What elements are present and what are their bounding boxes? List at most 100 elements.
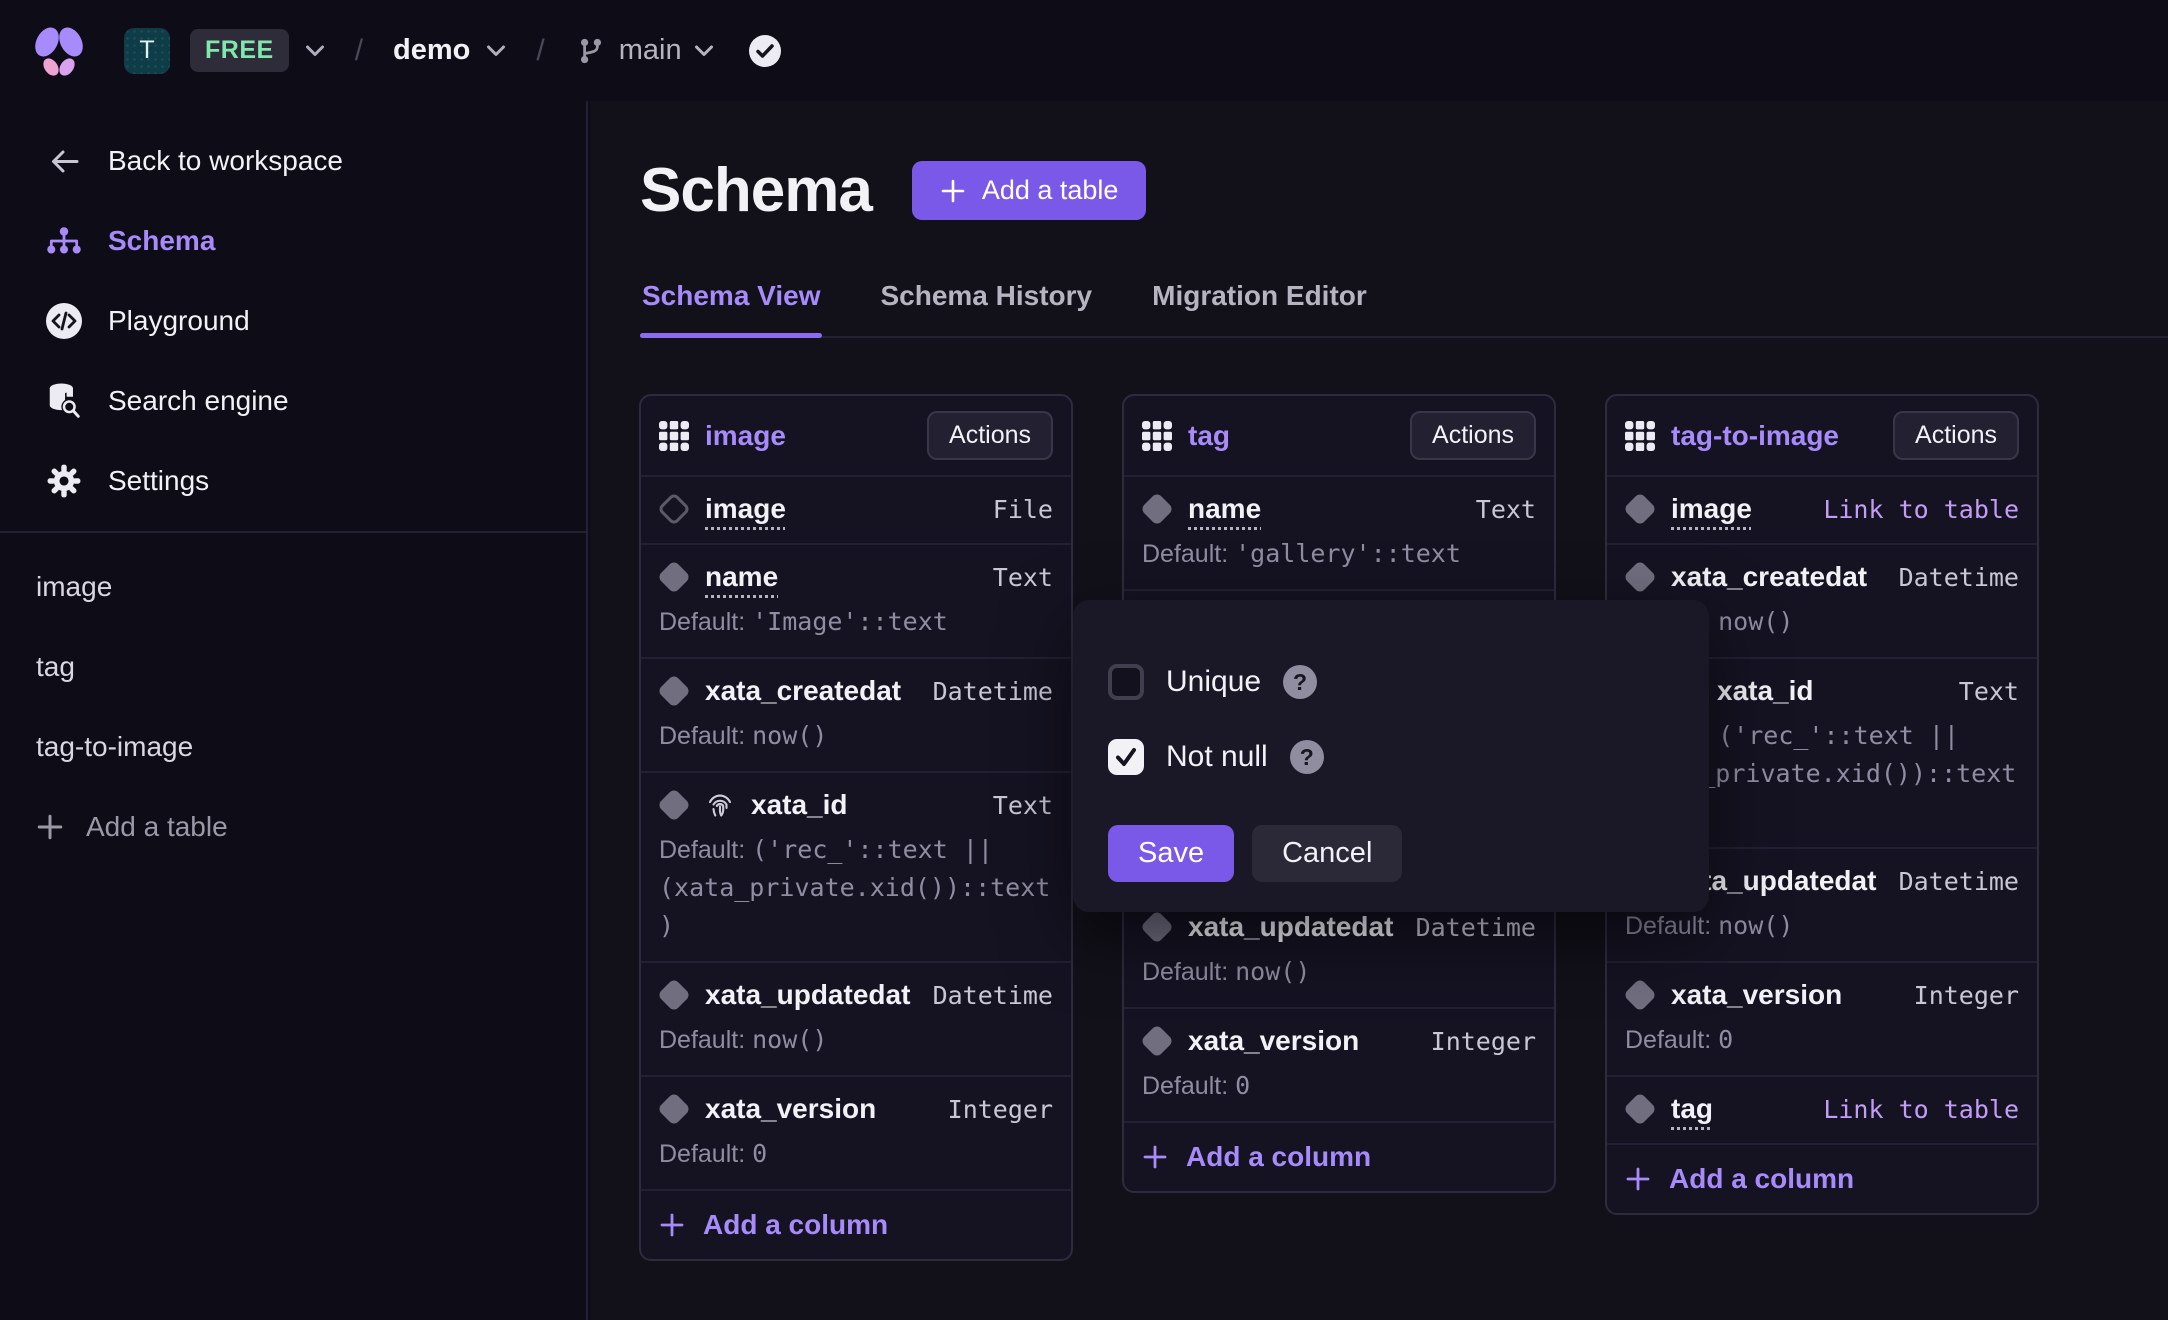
table-title[interactable]: tag <box>1188 420 1230 452</box>
unique-label: Unique <box>1166 665 1261 699</box>
breadcrumb-separator: / <box>355 34 363 68</box>
column-type-icon <box>657 978 691 1012</box>
unique-help-icon[interactable]: ? <box>1283 665 1317 699</box>
sitemap-icon <box>42 226 86 256</box>
column-type-icon <box>1140 1024 1174 1058</box>
save-button[interactable]: Save <box>1108 825 1234 882</box>
chevron-down-icon <box>486 45 506 57</box>
column-type-icon <box>657 788 691 822</box>
tab-bar: Schema View Schema History Migration Edi… <box>640 272 2168 338</box>
workspace-badge[interactable]: T <box>124 28 170 74</box>
database-name[interactable]: demo <box>393 34 470 67</box>
column-type-icon <box>657 560 691 594</box>
table-grid-icon <box>1625 421 1655 451</box>
column-name[interactable]: xata_updatedat <box>1188 911 1393 943</box>
column-name[interactable]: xata_createdat <box>705 675 901 707</box>
sidebar-table-image[interactable]: image <box>0 547 586 627</box>
sidebar-add-table[interactable]: Add a table <box>0 787 586 867</box>
branch-selector[interactable]: main <box>575 34 714 67</box>
sidebar-table-tag[interactable]: tag <box>0 627 586 707</box>
add-column-button[interactable]: Add a column <box>1607 1145 2037 1213</box>
xata-logo[interactable] <box>30 22 88 80</box>
column-name[interactable]: xata_version <box>705 1093 876 1125</box>
column-row: xata_version Integer Default: 0 <box>1124 1009 1554 1123</box>
table-title[interactable]: tag-to-image <box>1671 420 1839 452</box>
sidebar-item-playground[interactable]: Playground <box>0 281 586 361</box>
column-type-icon <box>1140 492 1174 526</box>
column-default: Default: 'gallery'::text <box>1142 535 1536 573</box>
cancel-button[interactable]: Cancel <box>1252 825 1402 882</box>
table-actions-button[interactable]: Actions <box>1893 411 2019 460</box>
plus-icon <box>659 1212 685 1238</box>
branch-name: main <box>619 34 682 67</box>
column-default: Default: 0 <box>659 1135 1053 1173</box>
column-type: Integer <box>948 1095 1053 1124</box>
workspace-menu-chevron[interactable] <box>305 45 325 57</box>
page-title: Schema <box>640 155 872 226</box>
add-column-button[interactable]: Add a column <box>1124 1123 1554 1191</box>
sidebar-item-settings[interactable]: Settings <box>0 441 586 521</box>
column-name[interactable]: xata_id <box>1717 675 1814 707</box>
column-type: Text <box>1959 677 2019 706</box>
column-row: name Text Default: 'gallery'::text <box>1124 477 1554 591</box>
unique-checkbox[interactable] <box>1108 664 1144 700</box>
plus-icon <box>1142 1144 1168 1170</box>
back-to-workspace[interactable]: Back to workspace <box>0 121 586 201</box>
tab-schema-history[interactable]: Schema History <box>878 272 1094 336</box>
column-name[interactable]: xata_createdat <box>1671 561 1867 593</box>
not-null-help-icon[interactable]: ? <box>1290 740 1324 774</box>
column-type-icon <box>657 492 691 526</box>
add-table-button[interactable]: Add a table <box>912 161 1147 220</box>
add-column-button[interactable]: Add a column <box>641 1191 1071 1259</box>
column-name[interactable]: xata_version <box>1188 1025 1359 1057</box>
column-row: tag Link to table <box>1607 1077 2037 1145</box>
sidebar-item-label: Schema <box>108 225 215 257</box>
tab-schema-view[interactable]: Schema View <box>640 272 822 336</box>
plus-icon <box>1625 1166 1651 1192</box>
column-row: xata_updatedat Datetime Default: now() <box>641 963 1071 1077</box>
column-name[interactable]: tag <box>1671 1093 1713 1125</box>
column-name[interactable]: image <box>705 493 786 525</box>
column-default: Default: 'Image'::text <box>659 603 1053 641</box>
not-null-label: Not null <box>1166 740 1268 774</box>
table-title[interactable]: image <box>705 420 786 452</box>
column-name[interactable]: xata_version <box>1671 979 1842 1011</box>
column-settings-popover: Unique ? Not null ? Save Cancel <box>1073 600 1709 912</box>
column-type: File <box>993 495 1053 524</box>
branch-status-indicator[interactable] <box>748 34 782 68</box>
sidebar-item-search-engine[interactable]: Search engine <box>0 361 586 441</box>
add-column-label: Add a column <box>1669 1163 1854 1195</box>
sidebar-table-tag-to-image[interactable]: tag-to-image <box>0 707 586 787</box>
topbar: T FREE / demo / main <box>0 0 2168 101</box>
database-menu-chevron[interactable] <box>486 45 506 57</box>
column-default: Default: 0 <box>1142 1067 1536 1105</box>
column-type: Datetime <box>1416 913 1536 942</box>
column-name[interactable]: xata_updatedat <box>705 979 910 1011</box>
butterfly-icon <box>30 22 88 80</box>
column-type-icon <box>1140 910 1174 944</box>
column-row: xata_updatedat Datetime Default: now() <box>1124 895 1554 1009</box>
table-actions-button[interactable]: Actions <box>927 411 1053 460</box>
add-table-button-label: Add a table <box>982 175 1119 206</box>
column-default: Default: now() <box>1142 953 1536 991</box>
table-actions-button[interactable]: Actions <box>1410 411 1536 460</box>
table-grid-icon <box>1142 421 1172 451</box>
column-row: name Text Default: 'Image'::text <box>641 545 1071 659</box>
column-type: Text <box>993 563 1053 592</box>
column-name[interactable]: name <box>1188 493 1261 525</box>
sidebar-divider <box>0 531 586 533</box>
column-name[interactable]: image <box>1671 493 1752 525</box>
check-circle-icon <box>748 34 782 68</box>
column-type: Integer <box>1914 981 2019 1010</box>
plan-badge[interactable]: FREE <box>190 29 289 72</box>
add-column-label: Add a column <box>1186 1141 1371 1173</box>
column-type-icon <box>1623 978 1657 1012</box>
tab-migration-editor[interactable]: Migration Editor <box>1150 272 1369 336</box>
column-name[interactable]: name <box>705 561 778 593</box>
column-name[interactable]: xata_id <box>751 789 848 821</box>
arrow-left-icon <box>42 148 86 175</box>
column-row: xata_version Integer Default: 0 <box>641 1077 1071 1191</box>
add-column-label: Add a column <box>703 1209 888 1241</box>
sidebar-item-schema[interactable]: Schema <box>0 201 586 281</box>
not-null-checkbox[interactable] <box>1108 739 1144 775</box>
